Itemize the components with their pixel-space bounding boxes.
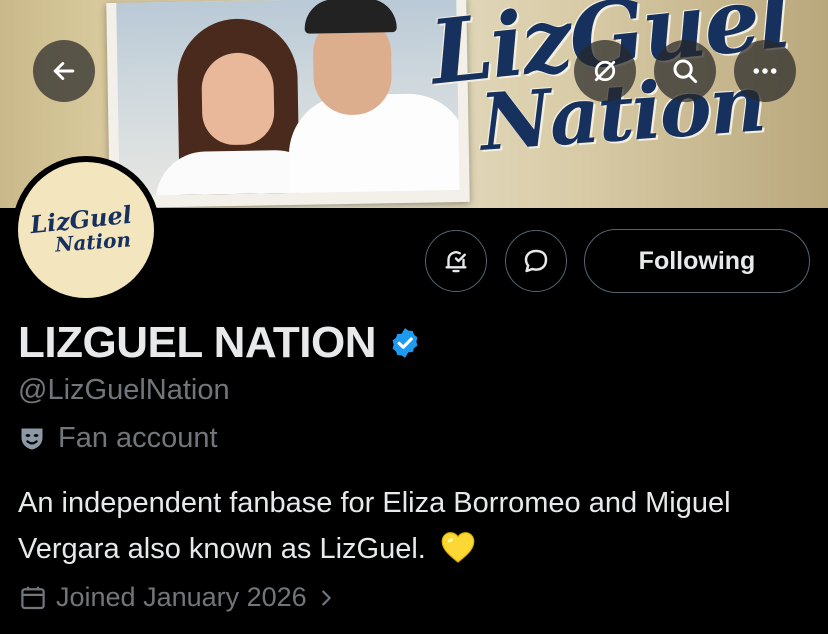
profile-avatar[interactable]: LizGuel Nation <box>12 156 160 304</box>
avatar-logo-line2: Nation <box>54 227 132 257</box>
yellow-heart-icon <box>441 532 475 563</box>
back-button[interactable] <box>33 40 95 102</box>
profile-bio: An independent fanbase for Eliza Borrome… <box>18 480 818 572</box>
theater-masks-icon <box>21 428 43 449</box>
banner-photo <box>106 0 470 208</box>
profile-name-row: LIZGUEL NATION <box>18 318 422 368</box>
message-bubble-icon <box>524 249 548 273</box>
verified-badge-icon[interactable] <box>388 326 422 360</box>
notifications-button[interactable] <box>425 230 487 292</box>
search-button[interactable] <box>654 40 716 102</box>
arrow-left-icon <box>53 62 75 80</box>
display-name: LIZGUEL NATION <box>18 318 377 367</box>
grok-button[interactable] <box>574 40 636 102</box>
more-icon <box>753 68 777 74</box>
category-label: Fan account <box>58 422 218 454</box>
joined-label: Joined January 2026 <box>56 582 307 612</box>
more-button[interactable] <box>734 40 796 102</box>
following-button[interactable]: Following <box>584 229 810 293</box>
avatar-logo: LizGuel Nation <box>18 162 154 298</box>
chevron-right-icon <box>321 589 331 606</box>
bio-text: An independent fanbase for Eliza Borrome… <box>18 487 731 565</box>
bell-check-icon <box>445 251 467 273</box>
joined-date[interactable]: Joined January 2026 <box>18 582 337 613</box>
message-button[interactable] <box>505 230 567 292</box>
grok-icon <box>594 60 616 82</box>
profile-handle: @LizGuelNation <box>18 374 230 406</box>
profile-category: Fan account <box>18 422 218 455</box>
search-icon <box>673 59 698 84</box>
calendar-icon <box>21 586 45 609</box>
